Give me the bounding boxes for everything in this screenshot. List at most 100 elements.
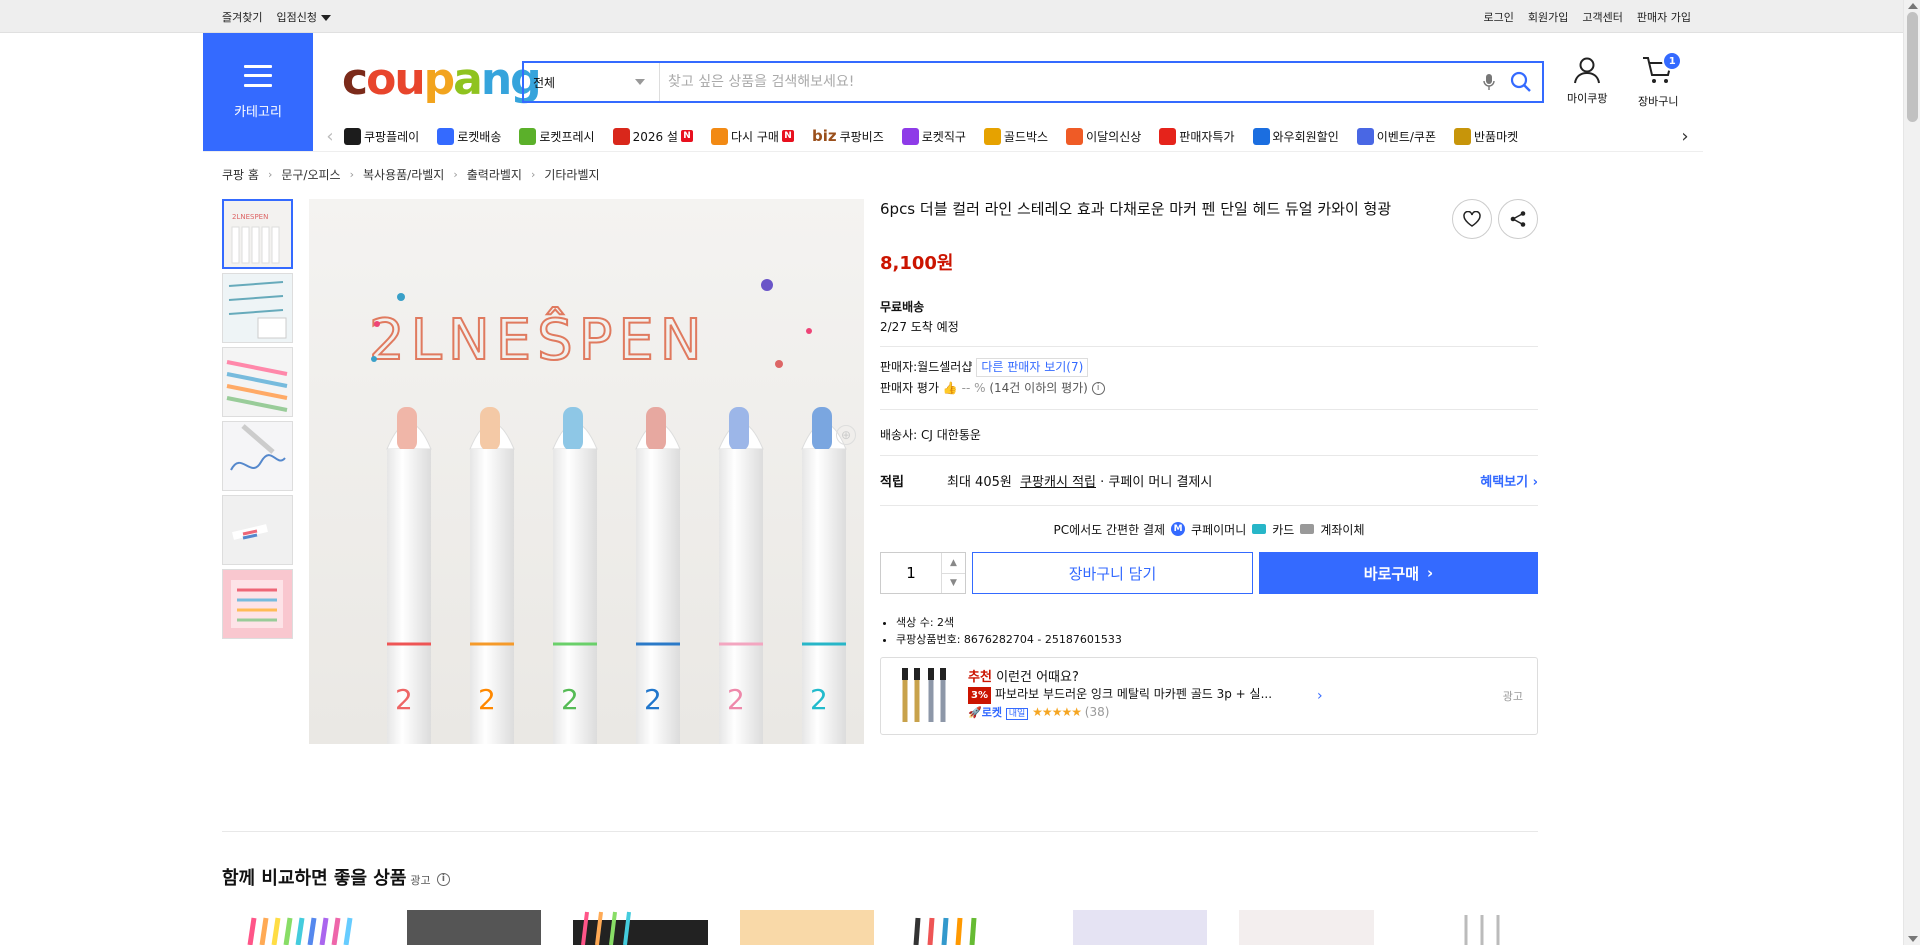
new-bag-icon bbox=[1066, 127, 1084, 145]
compare-product-image[interactable] bbox=[1072, 910, 1207, 945]
chevron-right-icon[interactable]: › bbox=[1675, 126, 1695, 147]
product-main-image[interactable]: 2LNEŜPEN 2 2 2 2 2 2 bbox=[309, 199, 864, 744]
nav-item[interactable]: 2026 설N bbox=[612, 127, 693, 145]
product-thumbnail[interactable] bbox=[222, 273, 293, 343]
bookmark-link[interactable]: 즐겨찾기 bbox=[222, 9, 262, 25]
product-thumbnail[interactable] bbox=[222, 569, 293, 639]
nav-item[interactable]: 골드박스 bbox=[983, 127, 1048, 145]
nav-item[interactable]: 판매자특가 bbox=[1159, 127, 1235, 145]
info-icon[interactable]: i bbox=[1091, 382, 1105, 395]
arrival-date: 2/27 도착 예정 bbox=[880, 320, 959, 334]
repurchase-icon bbox=[710, 127, 728, 145]
breadcrumb-item[interactable]: 문구/오피스 bbox=[281, 166, 340, 183]
customer-center-link[interactable]: 고객센터 bbox=[1582, 9, 1622, 25]
coupay-money-icon: M bbox=[1171, 522, 1186, 536]
scroll-down-icon[interactable] bbox=[1908, 936, 1918, 942]
scrollbar-thumb[interactable] bbox=[1907, 12, 1918, 122]
carrier-info: 배송사: CJ 대한통운 bbox=[880, 410, 1538, 455]
nav-item[interactable]: 쿠팡플레이 bbox=[344, 127, 419, 145]
compare-product-image[interactable] bbox=[240, 910, 375, 945]
category-shortcut-bar: ‹ 쿠팡플레이 로켓배송 로켓프레시 2026 설 N 다시 구매 N biz 쿠팡비즈 로켓직구… bbox=[320, 121, 1695, 151]
nav-item-label: 와우회원할인 bbox=[1272, 129, 1339, 144]
benefit-label: 혜택보기 bbox=[1480, 475, 1529, 490]
nav-item[interactable]: 로켓프레시 bbox=[519, 127, 595, 145]
cart-button[interactable]: 1 장바구니 bbox=[1638, 51, 1683, 109]
compare-product-image[interactable] bbox=[406, 910, 541, 945]
product-thumbnail[interactable] bbox=[222, 495, 293, 565]
compare-product-image[interactable] bbox=[573, 910, 708, 945]
purchase-actions: ▲ ▼ 장바구니 담기 바로구매 › bbox=[880, 552, 1538, 594]
compare-product-image[interactable] bbox=[739, 910, 874, 945]
quantity-input[interactable] bbox=[881, 553, 941, 593]
cash-reward-row: 적립 최대 405원 쿠팡캐시 적립 · 쿠페이 머니 결제시 혜택보기 › bbox=[880, 456, 1538, 505]
seller-name[interactable]: 월드셀러샵 bbox=[917, 360, 972, 374]
buy-now-button[interactable]: 바로구매 › bbox=[1259, 552, 1538, 594]
quantity-stepper: ▲ ▼ bbox=[880, 552, 966, 594]
breadcrumb-item[interactable]: 출력라벨지 bbox=[467, 166, 522, 183]
wishlist-button[interactable] bbox=[1452, 199, 1492, 239]
nav-item[interactable]: 로켓직구 bbox=[901, 127, 966, 145]
add-to-cart-button[interactable]: 장바구니 담기 bbox=[972, 552, 1253, 594]
product-price: 8,100원 bbox=[880, 253, 954, 274]
coupang-cash-link[interactable]: 쿠팡캐시 적립 bbox=[1020, 471, 1096, 490]
seller-apply-label: 입점신청 bbox=[276, 10, 317, 24]
product-info-panel: 6pcs 더블 컬러 라인 스테레오 효과 다채로운 마커 펜 단일 헤드 듀얼… bbox=[880, 199, 1538, 735]
nav-item[interactable]: 이벤트/쿠폰 bbox=[1356, 127, 1436, 145]
search-category-value: 전체 bbox=[533, 75, 556, 90]
search-icon[interactable] bbox=[1506, 67, 1536, 97]
breadcrumb-item[interactable]: 복사용품/라벨지 bbox=[363, 166, 444, 183]
carrier-name: CJ 대한통운 bbox=[921, 428, 981, 442]
nav-item[interactable]: 이달의신상 bbox=[1066, 127, 1141, 145]
share-button[interactable] bbox=[1498, 199, 1538, 239]
logo-part: p bbox=[423, 54, 455, 105]
cart-count-badge: 1 bbox=[1662, 51, 1683, 71]
compare-product-image[interactable] bbox=[1406, 910, 1541, 945]
product-thumbnail[interactable]: 2LNESPEN bbox=[222, 199, 293, 269]
nav-item-label: 판매자특가 bbox=[1179, 129, 1235, 144]
product-thumbnail[interactable] bbox=[222, 347, 293, 417]
nav-item[interactable]: biz 쿠팡비즈 bbox=[812, 127, 884, 145]
other-sellers-button[interactable]: 다른 판매자 보기(7) bbox=[976, 358, 1089, 377]
login-link[interactable]: 로그인 bbox=[1484, 9, 1514, 25]
hamburger-icon bbox=[244, 64, 272, 87]
nav-item[interactable]: 다시 구매 N bbox=[710, 127, 794, 145]
info-icon[interactable]: i bbox=[436, 872, 450, 886]
breadcrumb-item[interactable]: 쿠팡 홈 bbox=[222, 166, 259, 183]
nav-item[interactable]: 와우회원할인 bbox=[1252, 127, 1339, 145]
vertical-scrollbar[interactable] bbox=[1903, 0, 1920, 945]
seller-apply-dropdown[interactable]: 입점신청 bbox=[276, 9, 331, 25]
global-rocket-icon bbox=[901, 127, 919, 145]
scroll-up-icon[interactable] bbox=[1908, 3, 1918, 9]
recommendation-card[interactable]: 추천 이런건 어때요? 3% 파보라보 부드러운 잉크 메탈릭 마카펜 골드 3p… bbox=[880, 657, 1538, 735]
compare-product-image[interactable] bbox=[906, 910, 1041, 945]
zoom-icon[interactable]: ⊕ bbox=[836, 425, 856, 445]
nav-item[interactable]: 반품마켓 bbox=[1454, 127, 1518, 145]
fresh-rocket-icon bbox=[519, 127, 537, 145]
quantity-decrease-icon[interactable]: ▼ bbox=[942, 572, 965, 594]
quantity-increase-icon[interactable]: ▲ bbox=[942, 553, 965, 573]
seller-info: 판매자:월드셀러샵 다른 판매자 보기(7) 판매자 평가 👍 -- % (14건… bbox=[880, 347, 1538, 409]
microphone-icon[interactable] bbox=[1478, 71, 1500, 93]
chevron-right-icon: › bbox=[267, 168, 273, 181]
card-icon bbox=[1252, 524, 1267, 534]
seller-signup-link[interactable]: 판매자 가입 bbox=[1637, 9, 1691, 25]
coupang-logo[interactable]: coupang bbox=[342, 54, 542, 105]
nav-item-label: 로켓직구 bbox=[921, 129, 966, 144]
compare-product-image[interactable] bbox=[1239, 910, 1374, 945]
rocket-icon bbox=[437, 127, 455, 145]
spec-item: 쿠팡상품번호: 8676282704 - 25187601533 bbox=[896, 631, 1538, 648]
rocket-icon: 🚀 bbox=[968, 706, 982, 719]
signup-link[interactable]: 회원가입 bbox=[1528, 9, 1568, 25]
category-menu-button[interactable]: 카테고리 bbox=[203, 33, 313, 151]
nav-item-label: 쿠팡비즈 bbox=[839, 129, 884, 144]
share-icon bbox=[1510, 211, 1526, 227]
nav-item[interactable]: 로켓배송 bbox=[437, 127, 501, 145]
chevron-left-icon[interactable]: ‹ bbox=[320, 126, 340, 147]
search-input[interactable] bbox=[660, 74, 1478, 90]
product-thumbnail[interactable] bbox=[222, 421, 293, 491]
search-category-select[interactable]: 전체 bbox=[524, 63, 660, 101]
my-coupang-button[interactable]: 마이쿠팡 bbox=[1567, 55, 1607, 106]
chevron-right-icon[interactable]: › bbox=[1317, 688, 1323, 704]
breadcrumb-item[interactable]: 기타라벨지 bbox=[544, 166, 599, 183]
benefit-link[interactable]: 혜택보기 › bbox=[1480, 471, 1538, 490]
